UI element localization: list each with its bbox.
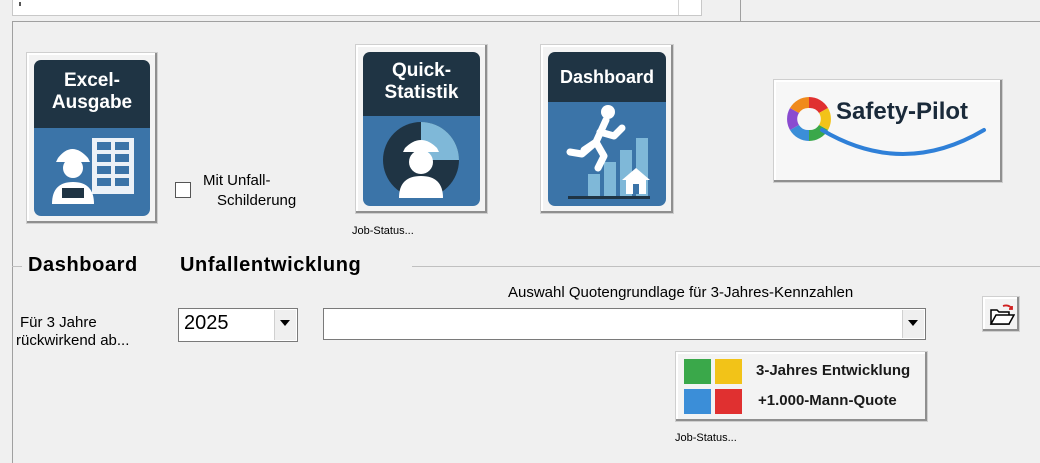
entwicklung-label-2: +1.000-Mann-Quote (758, 392, 897, 409)
quick-tile-line1: Quick- (391, 60, 452, 81)
safety-pilot-swoosh (820, 128, 986, 156)
top-bar (0, 0, 1040, 22)
group-border-left (12, 266, 22, 267)
entwicklung-job-status: Job-Status... (675, 432, 737, 444)
dashboard-button[interactable]: Dashboard (540, 44, 674, 214)
unfall-schilderung-label-2: Schilderung (217, 192, 297, 209)
group-border-right (412, 266, 1040, 267)
quote-select[interactable] (323, 308, 926, 340)
running-person-stairs-icon (566, 105, 650, 199)
unfall-schilderung-label-1: Mit Unfall- (203, 172, 271, 189)
chevron-down-icon (280, 320, 290, 326)
drei-jahres-entwicklung-button[interactable]: 3-Jahres Entwicklung +1.000-Mann-Quote (675, 351, 928, 422)
unfall-schilderung-checkbox[interactable] (175, 182, 191, 198)
worker-pie-chart-icon (383, 122, 459, 198)
open-folder-button[interactable] (982, 296, 1020, 332)
rueckwirkend-label-2: rückwirkend ab... (16, 332, 130, 349)
top-divider (740, 0, 741, 22)
quote-select-arrow[interactable] (902, 310, 924, 338)
rueckwirkend-label-1: Für 3 Jahre (20, 314, 97, 331)
excel-export-button[interactable]: Excel- Ausgabe (26, 52, 158, 224)
quick-tile-line2: Statistik (384, 82, 459, 103)
open-folder-icon (989, 304, 1015, 325)
quote-label: Auswahl Quotengrundlage für 3-Jahres-Ken… (508, 284, 854, 301)
four-color-grid-icon (684, 359, 744, 415)
excel-export-tile: Excel- Ausgabe (34, 60, 150, 216)
safety-pilot-button[interactable]: Safety-Pilot (773, 79, 1003, 183)
year-select[interactable]: 2025 (178, 308, 298, 342)
top-field-divider (678, 0, 679, 15)
group-dashboard-label: Dashboard (28, 254, 138, 276)
year-select-value: 2025 (184, 312, 229, 334)
quick-statistik-button[interactable]: Quick- Statistik (355, 44, 488, 214)
year-select-arrow[interactable] (274, 310, 296, 340)
dashboard-tile: Dashboard (548, 52, 666, 206)
dashboard-tile-label: Dashboard (548, 52, 666, 102)
quick-job-status: Job-Status... (352, 225, 414, 237)
chevron-down-icon (908, 320, 918, 326)
excel-tile-line2: Ausgabe (51, 92, 133, 113)
top-field[interactable] (12, 0, 702, 16)
quick-statistik-tile: Quick- Statistik (363, 52, 480, 206)
panel-top-border (12, 21, 1040, 22)
excel-tile-line1: Excel- (64, 70, 120, 91)
safety-pilot-label: Safety-Pilot (836, 98, 969, 125)
worker-spreadsheet-icon (52, 138, 134, 204)
group-title: Unfallentwicklung (180, 254, 362, 276)
top-field-mark (19, 2, 21, 6)
panel-left-border (12, 21, 13, 463)
entwicklung-label-1: 3-Jahres Entwicklung (756, 362, 911, 379)
